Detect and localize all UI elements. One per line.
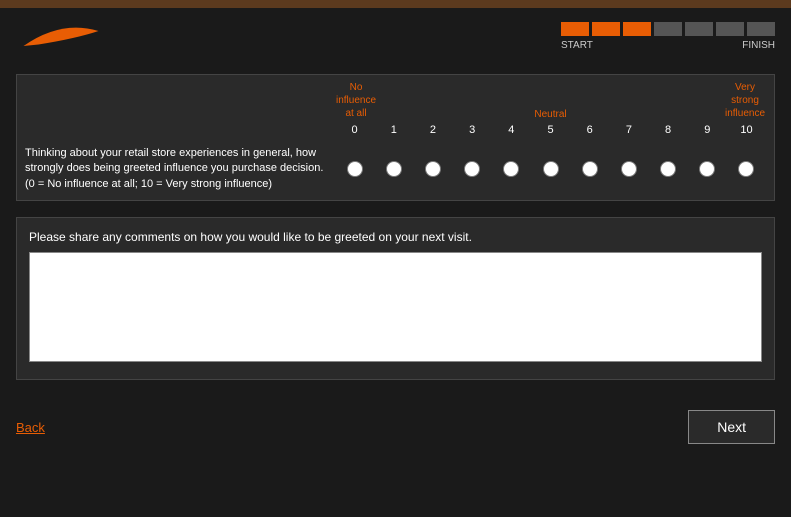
radio-cell-10[interactable] bbox=[727, 161, 766, 177]
comments-label: Please share any comments on how you wou… bbox=[29, 230, 762, 244]
radio-cell-6[interactable] bbox=[570, 161, 609, 177]
progress-segment-4 bbox=[654, 22, 682, 36]
scale-header: Noinfluenceat all Neutral Verystronginfl… bbox=[335, 81, 766, 120]
num-3: 3 bbox=[453, 124, 492, 136]
progress-segment-2 bbox=[592, 22, 620, 36]
radio-cell-8[interactable] bbox=[649, 161, 688, 177]
progress-segment-7 bbox=[747, 22, 775, 36]
num-4: 4 bbox=[492, 124, 531, 136]
radio-1[interactable] bbox=[386, 161, 402, 177]
rating-section: Noinfluenceat all Neutral Verystronginfl… bbox=[16, 74, 775, 201]
nike-logo bbox=[16, 16, 96, 56]
radio-cell-3[interactable] bbox=[453, 161, 492, 177]
progress-area: START FINISH bbox=[561, 22, 775, 51]
radio-row: Thinking about your retail store experie… bbox=[17, 138, 774, 200]
progress-bar bbox=[561, 22, 775, 36]
numbers-row: 0 1 2 3 4 5 6 7 8 9 10 bbox=[17, 122, 774, 138]
question-text: Thinking about your retail store experie… bbox=[25, 146, 335, 192]
footer: Back Next bbox=[0, 402, 791, 452]
num-10: 10 bbox=[727, 124, 766, 136]
radio-8[interactable] bbox=[660, 161, 676, 177]
num-7: 7 bbox=[609, 124, 648, 136]
radio-cell-7[interactable] bbox=[609, 161, 648, 177]
progress-segment-5 bbox=[685, 22, 713, 36]
num-0: 0 bbox=[335, 124, 374, 136]
progress-labels: START FINISH bbox=[561, 40, 775, 51]
radio-9[interactable] bbox=[699, 161, 715, 177]
radio-cells bbox=[335, 161, 766, 177]
next-button[interactable]: Next bbox=[688, 410, 775, 444]
neutral-label: Neutral bbox=[534, 109, 566, 120]
numbers-cells: 0 1 2 3 4 5 6 7 8 9 10 bbox=[335, 124, 766, 136]
radio-10[interactable] bbox=[738, 161, 754, 177]
radio-cell-9[interactable] bbox=[688, 161, 727, 177]
comments-textarea[interactable] bbox=[29, 252, 762, 362]
progress-segment-3 bbox=[623, 22, 651, 36]
num-5: 5 bbox=[531, 124, 570, 136]
num-9: 9 bbox=[688, 124, 727, 136]
comments-section: Please share any comments on how you wou… bbox=[16, 217, 775, 380]
progress-segment-1 bbox=[561, 22, 589, 36]
main-content: Noinfluenceat all Neutral Verystronginfl… bbox=[0, 64, 791, 402]
num-6: 6 bbox=[570, 124, 609, 136]
radio-0[interactable] bbox=[347, 161, 363, 177]
radio-5[interactable] bbox=[543, 161, 559, 177]
column-headers: Noinfluenceat all Neutral Verystronginfl… bbox=[17, 75, 774, 122]
back-button[interactable]: Back bbox=[16, 420, 45, 435]
radio-6[interactable] bbox=[582, 161, 598, 177]
no-influence-label: Noinfluenceat all bbox=[335, 81, 377, 120]
radio-cell-4[interactable] bbox=[492, 161, 531, 177]
header: START FINISH bbox=[0, 8, 791, 64]
num-8: 8 bbox=[649, 124, 688, 136]
num-1: 1 bbox=[374, 124, 413, 136]
radio-2[interactable] bbox=[425, 161, 441, 177]
radio-3[interactable] bbox=[464, 161, 480, 177]
numbers-row-space bbox=[25, 124, 335, 136]
radio-4[interactable] bbox=[503, 161, 519, 177]
progress-segment-6 bbox=[716, 22, 744, 36]
radio-cell-2[interactable] bbox=[413, 161, 452, 177]
finish-label: FINISH bbox=[742, 40, 775, 51]
top-border bbox=[0, 0, 791, 8]
radio-7[interactable] bbox=[621, 161, 637, 177]
radio-cell-0[interactable] bbox=[335, 161, 374, 177]
num-2: 2 bbox=[413, 124, 452, 136]
radio-cell-5[interactable] bbox=[531, 161, 570, 177]
very-strong-label: Verystronginfluence bbox=[724, 81, 766, 120]
start-label: START bbox=[561, 40, 593, 51]
radio-cell-1[interactable] bbox=[374, 161, 413, 177]
